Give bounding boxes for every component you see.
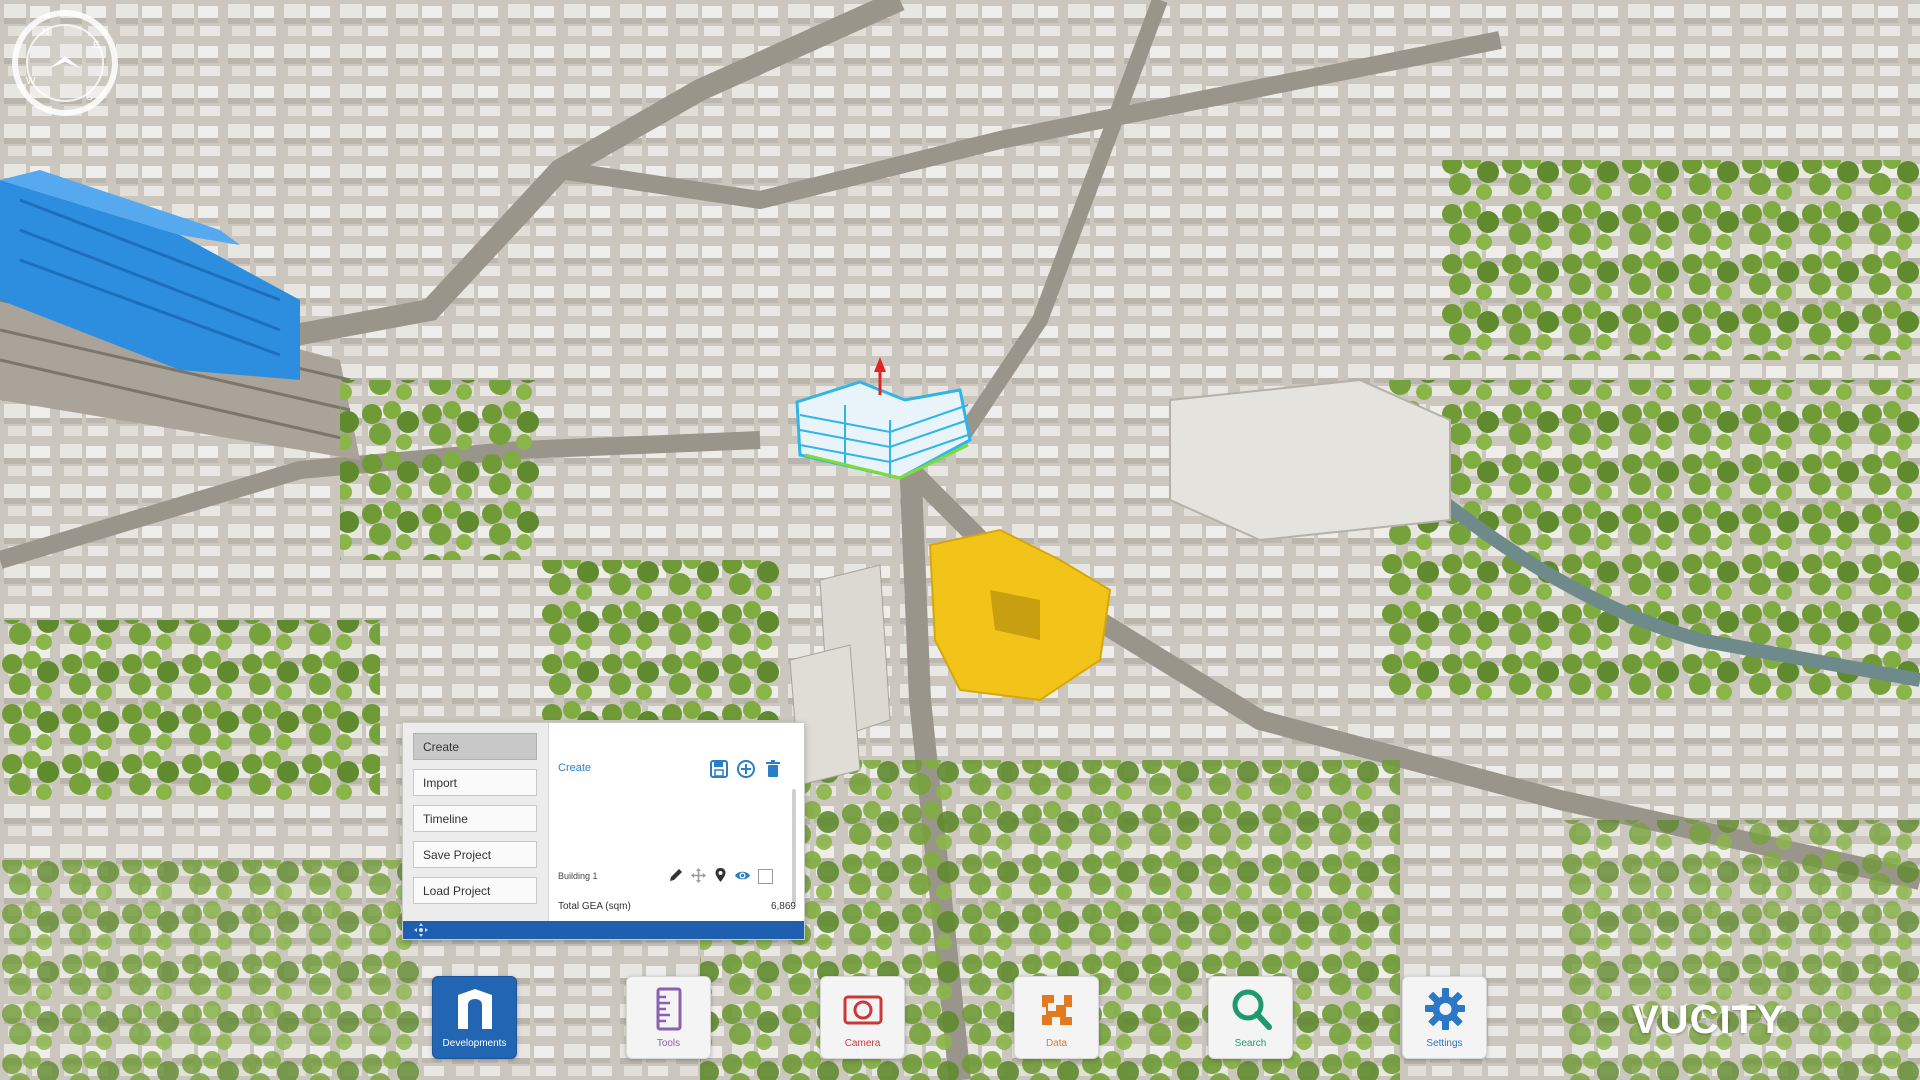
data-button[interactable]: Data: [1014, 976, 1099, 1059]
save-icon[interactable]: [709, 759, 729, 779]
tools-button[interactable]: Tools: [626, 976, 711, 1059]
menu-timeline-button[interactable]: Timeline: [413, 805, 537, 832]
search-button[interactable]: Search: [1208, 976, 1293, 1059]
drag-handle-icon[interactable]: [413, 922, 429, 938]
pencil-icon[interactable]: [667, 867, 684, 884]
camera-button[interactable]: Camera: [820, 976, 905, 1059]
compass-e: E: [93, 40, 100, 51]
panel-footer-bar: [403, 921, 804, 939]
vucity-logo: VUCITY: [1632, 998, 1785, 1042]
add-circle-icon[interactable]: [736, 759, 756, 779]
menu-load-project-button[interactable]: Load Project: [413, 877, 537, 904]
eye-icon[interactable]: [734, 867, 751, 884]
settings-button[interactable]: Settings: [1402, 976, 1487, 1059]
create-content-area: Create Building 1 Total GEA (sqm) 6,869: [549, 723, 804, 921]
tools-label: Tools: [656, 1038, 681, 1049]
compass-w: W: [26, 76, 36, 87]
menu-import-button[interactable]: Import: [413, 769, 537, 796]
building-arch-icon: [458, 989, 492, 1029]
location-pin-icon[interactable]: [712, 867, 729, 884]
content-scrollbar[interactable]: [792, 789, 796, 904]
menu-save-project-button[interactable]: Save Project: [413, 841, 537, 868]
trash-icon[interactable]: [763, 759, 783, 779]
data-grid-icon: [1042, 995, 1072, 1025]
developments-button[interactable]: Developments: [432, 976, 517, 1059]
developments-menu: Create Import Timeline Save Project Load…: [403, 723, 549, 921]
developments-label: Developments: [442, 1038, 507, 1049]
search-label: Search: [1234, 1038, 1267, 1049]
compass-n: N: [42, 27, 49, 38]
gear-icon: [1425, 988, 1465, 1030]
developments-panel: Create Import Timeline Save Project Load…: [402, 722, 805, 940]
camera-icon: [843, 995, 883, 1025]
content-title: Create: [558, 762, 592, 774]
total-gea-label: Total GEA (sqm): [558, 901, 631, 912]
settings-label: Settings: [1426, 1038, 1463, 1049]
menu-create-button[interactable]: Create: [413, 733, 537, 760]
data-label: Data: [1045, 1038, 1068, 1049]
compass-s: S: [86, 92, 93, 103]
search-icon: [1232, 989, 1272, 1030]
total-gea-value: 6,869: [770, 901, 796, 912]
building-name[interactable]: Building 1: [558, 871, 598, 881]
ruler-tools-icon: [656, 987, 682, 1031]
move-icon[interactable]: [690, 867, 707, 884]
visibility-checkbox[interactable]: [758, 869, 773, 884]
compass-widget[interactable]: N E S W: [10, 8, 120, 118]
city-map-3d-view[interactable]: [0, 0, 1920, 1080]
camera-label: Camera: [844, 1038, 881, 1049]
